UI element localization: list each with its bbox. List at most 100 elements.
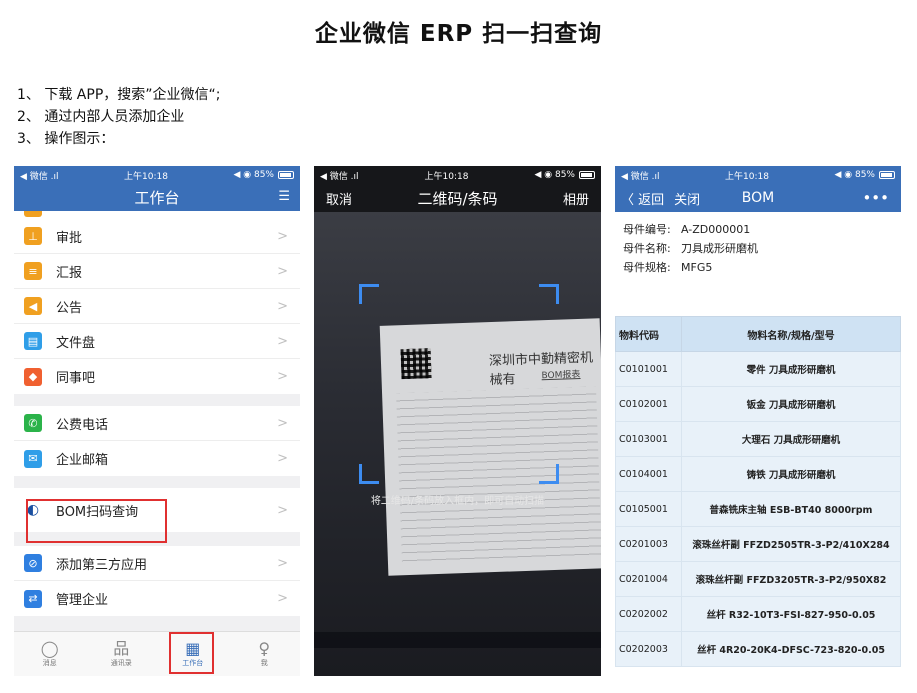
- workbench-item[interactable]: ≡ 汇报 >: [14, 254, 300, 289]
- material-code: C0202003: [615, 631, 682, 667]
- workbench-title: 工作台: [134, 189, 180, 207]
- table-row[interactable]: C0201003 滚珠丝杆副 FFZD2505TR-3-P2/410X284: [615, 526, 901, 562]
- back-button[interactable]: 〈 返回: [621, 189, 664, 208]
- phone-workbench: ◀ 微信 .ıl 上午10:18 ◀ ◉ 85% 工作台 ☰ ⊥ 审批 > ≡ 汇报 > ◀…: [14, 166, 300, 676]
- bom-header: ◀ 微信 .ıl 上午10:18 ◀ ◉ 85% BOM 〈 返回 关闭 •••: [615, 166, 901, 212]
- tab-chat[interactable]: ◯ 消息: [14, 632, 86, 676]
- workbench-group: ✆ 公费电话 > ✉ 企业邮箱 >: [14, 406, 300, 476]
- table-row[interactable]: C0103001 大理石 刀具成形研磨机: [615, 421, 901, 457]
- tab-person[interactable]: ♀ 我: [229, 632, 301, 676]
- chevron-right-icon: >: [277, 591, 288, 606]
- tab-bar: ◯ 消息品通讯录 ▦ 工作台 ♀ 我: [14, 631, 300, 676]
- album-button[interactable]: 相册: [563, 189, 589, 208]
- table-header-row: 物料代码 物料名称/规格/型号: [615, 316, 901, 352]
- phone-bom-result: ◀ 微信 .ıl 上午10:18 ◀ ◉ 85% BOM 〈 返回 关闭 •••…: [615, 166, 901, 676]
- workbench-item[interactable]: ✉ 企业邮箱 >: [14, 441, 300, 476]
- status-carrier: ◀ 微信 .ıl: [20, 171, 59, 182]
- chevron-right-icon: >: [277, 415, 288, 431]
- close-button[interactable]: 关闭: [674, 189, 700, 208]
- workbench-item-label: 公告: [56, 300, 83, 316]
- material-name: 铸铁 刀具成形研磨机: [681, 456, 901, 492]
- material-name: 钣金 刀具成形研磨机: [681, 386, 901, 422]
- highlight-bom-item: [26, 499, 167, 543]
- monitor-taskbar: [314, 632, 601, 648]
- table-row[interactable]: C0202003 丝杆 4R20-20K4-DFSC-723-820-0.05: [615, 631, 901, 667]
- workbench-navbar: 工作台 ☰: [14, 184, 300, 211]
- material-name: 滚珠丝杆副 FFZD3205TR-3-P2/950X82: [681, 561, 901, 597]
- tab-label: 我: [260, 659, 268, 667]
- highlight-workbench-tab: [169, 632, 214, 674]
- material-name: 普森铣床主轴 ESB-BT40 8000rpm: [681, 491, 901, 527]
- material-name: 滚珠丝杆副 FFZD2505TR-3-P2/410X284: [681, 526, 901, 562]
- cancel-button[interactable]: 取消: [326, 189, 352, 208]
- workbench-item[interactable]: ⇄ 管理企业 >: [14, 581, 300, 616]
- info-key: 母件名称:: [623, 242, 671, 255]
- table-row[interactable]: C0105001 普森铣床主轴 ESB-BT40 8000rpm: [615, 491, 901, 527]
- workbench-group: ⊘ 添加第三方应用 > ⇄ 管理企业 >: [14, 546, 300, 616]
- table-row[interactable]: C0104001 铸铁 刀具成形研磨机: [615, 456, 901, 492]
- material-code: C0103001: [615, 421, 682, 457]
- table-row[interactable]: C0102001 钣金 刀具成形研磨机: [615, 386, 901, 422]
- table-row[interactable]: C0101001 零件 刀具成形研磨机: [615, 351, 901, 387]
- status-bar: ◀ 微信 .ıl 上午10:18 ◀ ◉ 85%: [314, 166, 601, 184]
- workbench-item-label: 公费电话: [56, 417, 109, 433]
- status-battery: ◀ ◉ 85%: [534, 170, 595, 180]
- step-3: 3、 操作图示：: [17, 131, 115, 147]
- partial-item: [14, 211, 300, 219]
- workbench-header: ◀ 微信 .ıl 上午10:18 ◀ ◉ 85% 工作台 ☰: [14, 166, 300, 211]
- workbench-item-label: 同事吧: [56, 371, 96, 386]
- status-time: 上午10:18: [124, 171, 168, 182]
- info-row: 母件名称: 刀具成形研磨机: [623, 239, 893, 258]
- step-2: 2、 通过内部人员添加企业: [17, 109, 185, 125]
- partial-icon: [24, 211, 42, 217]
- status-carrier: ◀ 微信 .ıl: [621, 171, 660, 182]
- info-key: 母件编号:: [623, 223, 671, 236]
- camera-view: 深圳市中勤精密机械有 BOM报表 将二维码/条码放入框内，即可自动扫描: [314, 212, 601, 676]
- tab-label: 消息: [42, 659, 57, 667]
- chat-icon: ◯: [40, 639, 59, 658]
- workbench-item-label: 管理企业: [56, 593, 109, 608]
- battery-icon: [878, 171, 895, 179]
- colleague-icon: ◆: [24, 367, 42, 386]
- scan-frame: [359, 284, 559, 484]
- tab-contacts[interactable]: 品通讯录: [86, 632, 158, 676]
- scan-hint: 将二维码/条码放入框内，即可自动扫描: [370, 496, 545, 507]
- workbench-item[interactable]: ◆ 同事吧 >: [14, 359, 300, 394]
- table-row[interactable]: C0202002 丝杆 R32-10T3-FSI-827-950-0.05: [615, 596, 901, 632]
- workbench-item[interactable]: ⊘ 添加第三方应用 >: [14, 546, 300, 581]
- battery-icon: [277, 171, 294, 179]
- chevron-right-icon: >: [277, 263, 288, 279]
- workbench-item[interactable]: ◀ 公告 >: [14, 289, 300, 324]
- material-code: C0102001: [615, 386, 682, 422]
- info-row: 母件编号: A-ZD000001: [623, 220, 893, 239]
- mail-icon: ✉: [24, 449, 42, 468]
- add-app-icon: ⊘: [24, 554, 42, 572]
- material-name: 零件 刀具成形研磨机: [681, 351, 901, 387]
- material-code: C0202002: [615, 596, 682, 632]
- phone-scanner: ◀ 微信 .ıl 上午10:18 ◀ ◉ 85% 取消 二维码/条码 相册 深圳…: [314, 166, 601, 676]
- material-code: C0105001: [615, 491, 682, 527]
- status-bar: ◀ 微信 .ıl 上午10:18 ◀ ◉ 85%: [615, 166, 901, 184]
- tab-label: 通讯录: [110, 659, 132, 667]
- info-row: 母件规格: MFG5: [623, 258, 893, 277]
- workbench-item[interactable]: ✆ 公费电话 >: [14, 406, 300, 441]
- settings-icon[interactable]: ☰: [278, 189, 290, 204]
- material-code: C0104001: [615, 456, 682, 492]
- workbench-item-label: 添加第三方应用: [56, 557, 148, 573]
- info-key: 母件规格:: [623, 261, 671, 274]
- scan-corner: [359, 284, 379, 304]
- person-icon: ♀: [258, 639, 271, 658]
- status-bar: ◀ 微信 .ıl 上午10:18 ◀ ◉ 85%: [14, 166, 300, 184]
- workbench-item[interactable]: ▤ 文件盘 >: [14, 324, 300, 359]
- approval-icon: ⊥: [24, 227, 42, 245]
- status-carrier: ◀ 微信 .ıl: [320, 171, 359, 182]
- status-battery: ◀ ◉ 85%: [233, 170, 294, 180]
- bom-table: 物料代码 物料名称/规格/型号 C0101001 零件 刀具成形研磨机 C01020…: [615, 316, 901, 667]
- scanner-header: ◀ 微信 .ıl 上午10:18 ◀ ◉ 85% 取消 二维码/条码 相册: [314, 166, 601, 212]
- table-row[interactable]: C0201004 滚珠丝杆副 FFZD3205TR-3-P2/950X82: [615, 561, 901, 597]
- more-icon[interactable]: •••: [862, 189, 889, 207]
- chevron-right-icon: >: [277, 555, 288, 571]
- step-1: 1、 下载 APP，搜索”企业微信“;: [17, 87, 221, 103]
- workbench-item-label: 企业邮箱: [56, 453, 109, 468]
- workbench-item[interactable]: ⊥ 审批 >: [14, 219, 300, 254]
